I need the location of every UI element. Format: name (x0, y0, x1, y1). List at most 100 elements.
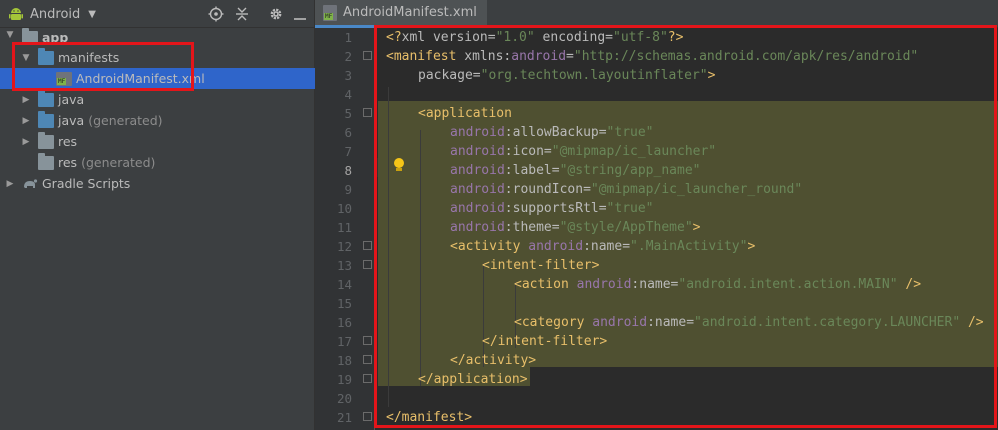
tab-label: AndroidManifest.xml (343, 5, 477, 20)
line-number-current: 8 (344, 163, 352, 178)
tree-item-suffix: (generated) (81, 155, 156, 170)
line-number: 3 (344, 68, 352, 83)
line-number: 5 (344, 106, 352, 121)
editor-tab-bar: AndroidManifest.xml (315, 0, 998, 28)
fold-marker-icon[interactable] (363, 355, 372, 364)
line-number: 18 (336, 353, 352, 368)
code-line-11: android:theme="@style/AppTheme"> (450, 220, 701, 235)
fold-marker-icon[interactable] (363, 241, 372, 250)
line-number: 9 (344, 182, 352, 197)
collapsed-arrow-icon: ▶ (6, 178, 14, 189)
android-icon (9, 8, 23, 20)
hide-icon (294, 18, 306, 20)
line-number: 20 (336, 391, 352, 406)
locate-button[interactable] (208, 0, 224, 28)
view-selector[interactable]: Android ▼ (8, 0, 96, 28)
code-line-2: <manifest xmlns:android="http://schemas.… (386, 49, 919, 64)
tree-item-manifests[interactable]: ▼ manifests (0, 47, 315, 68)
tab-androidmanifest[interactable]: AndroidManifest.xml (315, 0, 487, 28)
tree-item-label: res (58, 134, 78, 149)
tree-item-label: java (58, 92, 85, 107)
module-folder-icon (22, 28, 38, 42)
tree-item-java-generated[interactable]: ▶ java (generated) (0, 110, 315, 131)
tree-item-gradle-scripts[interactable]: ▶ Gradle Scripts (0, 173, 315, 194)
code-line-8: android:label="@string/app_name" (450, 163, 701, 178)
folder-icon (38, 47, 54, 65)
fold-marker-icon[interactable] (363, 374, 372, 383)
code-line-5: <application (418, 106, 512, 121)
line-number: 17 (336, 334, 352, 349)
tree-item-androidmanifest[interactable]: AndroidManifest.xml (0, 68, 315, 89)
line-number: 14 (336, 277, 352, 292)
code-line-21: </manifest> (386, 410, 473, 425)
expanded-arrow-icon: ▼ (6, 30, 14, 40)
expanded-arrow-icon: ▼ (22, 52, 30, 63)
gradle-icon (24, 178, 38, 188)
collapse-all-icon (236, 7, 248, 21)
fold-marker-icon[interactable] (363, 108, 372, 117)
tree-item-java[interactable]: ▶ java (0, 89, 315, 110)
project-toolbar: Android ▼ (0, 0, 314, 28)
line-number: 21 (336, 410, 352, 425)
code-line-14: <action android:name="android.intent.act… (514, 277, 922, 292)
project-tool-window: Android ▼ ▼ app ▼ manifests MF AndroidMa… (0, 0, 315, 430)
code-line-7: android:icon="@mipmap/ic_launcher" (450, 144, 717, 159)
line-number: 11 (336, 220, 352, 235)
gear-icon (270, 8, 282, 20)
line-number: 13 (336, 258, 352, 273)
indent-guide (388, 87, 389, 407)
line-number: 16 (336, 315, 352, 330)
locate-icon (208, 6, 224, 22)
tree-item-label: AndroidManifest.xml (76, 71, 205, 86)
fold-marker-icon[interactable] (363, 51, 372, 60)
collapsed-arrow-icon: ▶ (22, 115, 30, 126)
chevron-down-icon: ▼ (88, 8, 96, 20)
line-number-gutter: 1 2 3 4 5 6 7 8 9 10 11 12 13 14 15 16 1… (315, 28, 375, 430)
indent-guide (420, 130, 421, 386)
editor-pane: AndroidManifest.xml 1 2 3 4 5 6 7 8 9 10… (315, 0, 998, 430)
generated-folder-icon (38, 110, 54, 128)
code-line-17: </intent-filter> (482, 334, 608, 349)
tree-item-suffix: (generated) (88, 113, 163, 128)
manifest-file-icon (323, 4, 337, 21)
folder-icon (38, 89, 54, 107)
code-area[interactable]: <?xml version="1.0" encoding="utf-8"?> <… (376, 28, 998, 430)
code-line-18: </activity> (450, 353, 537, 368)
tree-item-label: manifests (58, 50, 120, 65)
line-number: 2 (344, 49, 352, 64)
resource-folder-icon (38, 131, 54, 149)
code-line-6: android:allowBackup="true" (450, 125, 654, 140)
code-line-19: </application> (418, 372, 528, 387)
tree-item-label: res (58, 155, 78, 170)
code-line-9: android:roundIcon="@mipmap/ic_launcher_r… (450, 182, 803, 197)
tree-item-res-generated[interactable]: res (generated) (0, 152, 315, 173)
line-number: 19 (336, 372, 352, 387)
code-line-12: <activity android:name=".MainActivity"> (450, 239, 756, 254)
resource-folder-icon (38, 152, 54, 170)
collapsed-arrow-icon: ▶ (22, 94, 30, 105)
collapsed-arrow-icon: ▶ (22, 136, 30, 147)
fold-marker-icon[interactable] (363, 260, 372, 269)
line-number: 10 (336, 201, 352, 216)
lightbulb-icon[interactable] (393, 158, 405, 173)
view-selector-label: Android (30, 6, 81, 22)
code-line-16: <category android:name="android.intent.c… (514, 315, 984, 330)
tree-item-label: app (42, 29, 69, 43)
code-line-1: <?xml version="1.0" encoding="utf-8"?> (386, 30, 684, 45)
code-line-3: package="org.techtown.layoutinflater"> (418, 68, 716, 83)
hide-button[interactable] (294, 0, 306, 28)
collapse-all-button[interactable] (235, 0, 249, 28)
line-number: 4 (344, 87, 352, 102)
tree-item-label: java (58, 113, 85, 128)
tree-item-label: Gradle Scripts (42, 176, 131, 191)
line-number: 12 (336, 239, 352, 254)
code-line-13: <intent-filter> (482, 258, 600, 273)
tree-item-res[interactable]: ▶ res (0, 131, 315, 152)
tree-item-app[interactable]: ▼ app (0, 28, 315, 42)
code-line-10: android:supportsRtl="true" (450, 201, 654, 216)
fold-marker-icon[interactable] (363, 336, 372, 345)
manifest-file-icon (56, 71, 72, 86)
settings-button[interactable] (268, 0, 284, 28)
line-number: 15 (336, 296, 352, 311)
fold-marker-icon[interactable] (363, 412, 372, 421)
